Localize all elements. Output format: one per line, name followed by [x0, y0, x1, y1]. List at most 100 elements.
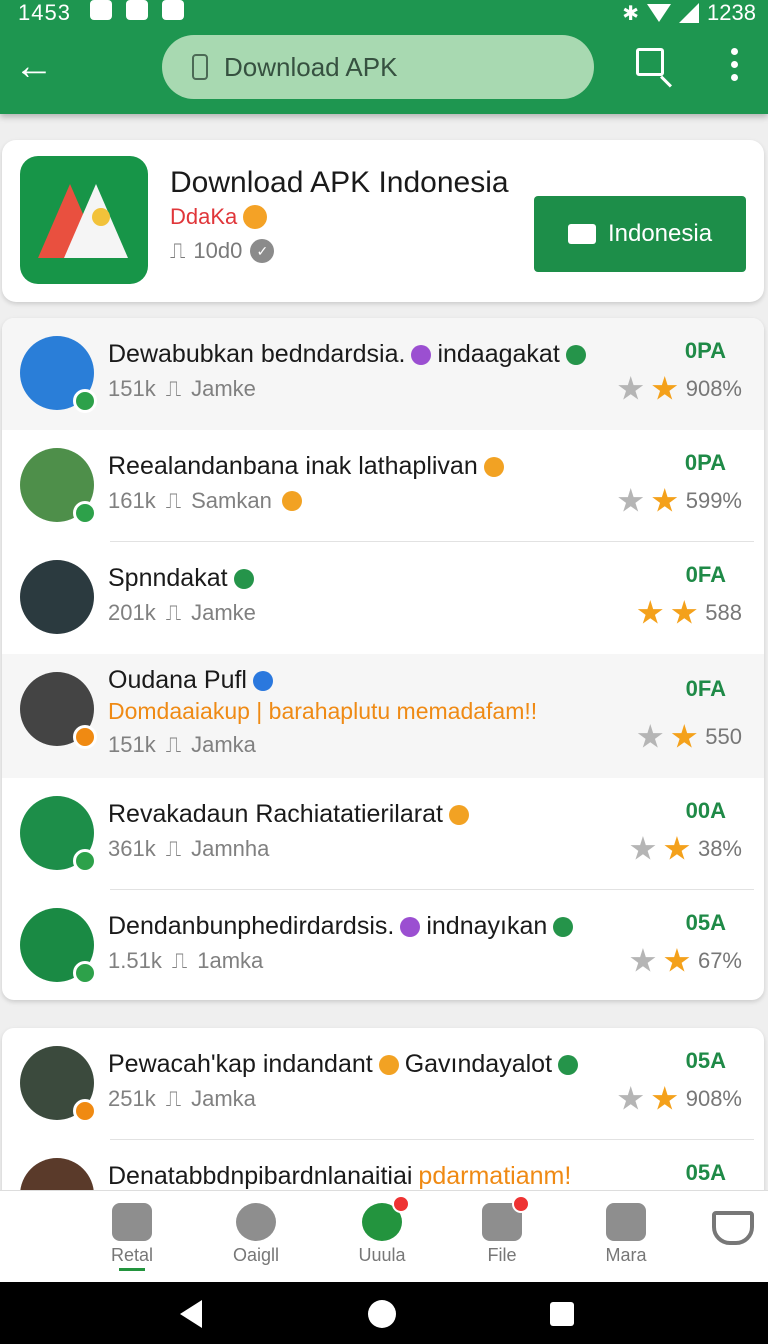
emoji-icon: [243, 205, 268, 229]
wifi-icon: [647, 4, 672, 22]
android-icon: [362, 1195, 410, 1241]
profile-icon: [606, 1203, 646, 1241]
nav-item-file[interactable]: File: [452, 1195, 552, 1266]
item-badge: 00A: [685, 798, 726, 823]
star-icon: [652, 376, 678, 400]
item-rating: 588: [637, 600, 742, 626]
item-title: Reealandanbana inak lathaplivan: [108, 452, 504, 481]
nav-item-5[interactable]: Mara: [576, 1203, 676, 1266]
system-home-icon[interactable]: [368, 1300, 396, 1328]
status-bar: 1453 ✱ 1238: [0, 0, 768, 26]
verified-icon: [558, 1054, 579, 1075]
item-subtitle: Domdaaiakup | barahaplutu memadafam!!: [108, 698, 538, 724]
system-recents-icon[interactable]: [550, 1302, 574, 1326]
search-bar[interactable]: Download APK: [162, 35, 594, 99]
list-item[interactable]: Dendanbunphedirdardsis. indnayıkan 1.51k ⎍…: [2, 890, 764, 1000]
tag-icon: ⎍: [171, 948, 188, 973]
item-meta: 201k ⎍ Jamke: [108, 600, 256, 625]
star-icon: [652, 488, 678, 512]
installed-badge-icon: [73, 1099, 97, 1123]
item-meta: 361k ⎍ Jamnha: [108, 836, 270, 861]
search-icon[interactable]: [636, 48, 664, 76]
item-title: Dendanbunphedirdardsis. indnayıkan: [108, 912, 574, 941]
pocket-icon[interactable]: [712, 1211, 754, 1245]
list-item[interactable]: Reealandanbana inak lathaplivan 161k ⎍ Sam…: [2, 430, 764, 542]
list-item[interactable]: Spnndakat 201k ⎍ Jamke 0FA 588: [2, 542, 764, 654]
language-button-label: Indonesia: [607, 220, 713, 247]
notification-icon: [126, 0, 148, 20]
item-title: Revakadaun Rachiatatierilarat: [108, 800, 469, 829]
item-rating: 550: [637, 724, 742, 750]
item-title: Oudana Pufl: [108, 666, 273, 695]
list-item[interactable]: Pewacah'kap indandant Gavındayalot 251k ⎍ J…: [2, 1028, 764, 1140]
language-button[interactable]: Indonesia: [534, 196, 746, 272]
tag-icon: ⎍: [170, 238, 186, 263]
tag-icon: ⎍: [165, 836, 182, 861]
app-avatar: [20, 448, 97, 525]
item-badge: 0FA: [685, 562, 726, 587]
tag-icon: ⎍: [165, 600, 182, 625]
search-text: Download APK: [224, 51, 398, 82]
back-arrow-icon[interactable]: ←: [14, 46, 54, 86]
item-badge: 0PA: [684, 450, 726, 475]
item-rating: 599%: [618, 488, 742, 514]
app-avatar: [20, 560, 94, 634]
item-meta: 151k ⎍ Jamka: [108, 732, 256, 757]
nav-item-2[interactable]: Oaigll: [206, 1203, 306, 1266]
more-vert-icon[interactable]: [726, 48, 742, 84]
item-badge: 05A: [685, 1160, 726, 1185]
status-time: 1453: [18, 0, 71, 25]
item-meta: 161k ⎍ Samkan: [108, 488, 302, 514]
notification-dot: [512, 1195, 530, 1213]
app-title: Download APK Indonesia: [170, 166, 509, 199]
nav-item-home[interactable]: Retal: [82, 1203, 182, 1271]
item-badge: 05A: [685, 1048, 726, 1073]
phone-icon: [192, 54, 208, 80]
system-back-icon[interactable]: [180, 1300, 202, 1328]
nav-item-3[interactable]: Uuula: [332, 1195, 432, 1266]
installed-badge-icon: [73, 389, 97, 413]
verified-icon: [253, 670, 273, 691]
item-title: Spnndakat: [108, 564, 254, 593]
tag-icon: ⎍: [165, 732, 182, 757]
item-badge: 05A: [685, 910, 726, 935]
star-icon: [637, 724, 663, 748]
item-title: Dewabubkan bedndardsia. indaagakat: [108, 340, 586, 369]
status-battery-text: 1238: [707, 0, 756, 25]
status-right: ✱ 1238: [622, 0, 756, 26]
emoji-icon: [448, 804, 469, 825]
star-icon: [618, 1086, 644, 1110]
tag-icon: ⎍: [165, 1086, 182, 1111]
item-rating: 908%: [618, 1086, 742, 1112]
app-count: ⎍ 10d0 ✓: [170, 238, 275, 264]
item-title: Denatabbdnpibardnlanaitiai pdarmatianm!: [108, 1162, 572, 1190]
heart-emoji-icon: [411, 344, 432, 365]
item-badge: 0FA: [685, 676, 726, 701]
home-icon: [112, 1203, 152, 1241]
notification-icon: [90, 0, 112, 20]
list-item[interactable]: Dewabubkan bedndardsia. indaagakat 151k ⎍ J…: [2, 318, 764, 430]
list-item[interactable]: Oudana Pufl Domdaaiakup | barahaplutu me…: [2, 654, 764, 778]
item-rating: 67%: [630, 948, 742, 974]
notification-dot: [392, 1195, 410, 1213]
top-app-bar: 1453 ✱ 1238 ← Download APK: [0, 0, 768, 114]
installed-badge-icon: [73, 725, 97, 749]
tag-icon: ⎍: [165, 376, 182, 401]
app-avatar: [20, 796, 97, 873]
list-item[interactable]: Revakadaun Rachiatatierilarat 361k ⎍ Jamnh…: [2, 778, 764, 890]
app-avatar: [20, 672, 97, 749]
item-badge: 0PA: [684, 338, 726, 363]
signal-icon: [679, 3, 700, 23]
item-rating: 38%: [630, 836, 742, 862]
emoji-icon: [378, 1054, 399, 1075]
app-subtitle-text: DdaKa: [170, 204, 238, 229]
app-root: 1453 ✱ 1238 ← Download APK Download APK: [0, 0, 768, 1344]
star-icon: [664, 948, 690, 972]
app-subtitle: DdaKa: [170, 204, 268, 230]
heart-emoji-icon: [400, 916, 421, 937]
notification-icon: [162, 0, 184, 20]
item-meta: 1.51k ⎍ 1amka: [108, 948, 264, 973]
installed-badge-icon: [73, 961, 97, 985]
star-icon: [618, 488, 644, 512]
item-rating: 908%: [618, 376, 742, 402]
